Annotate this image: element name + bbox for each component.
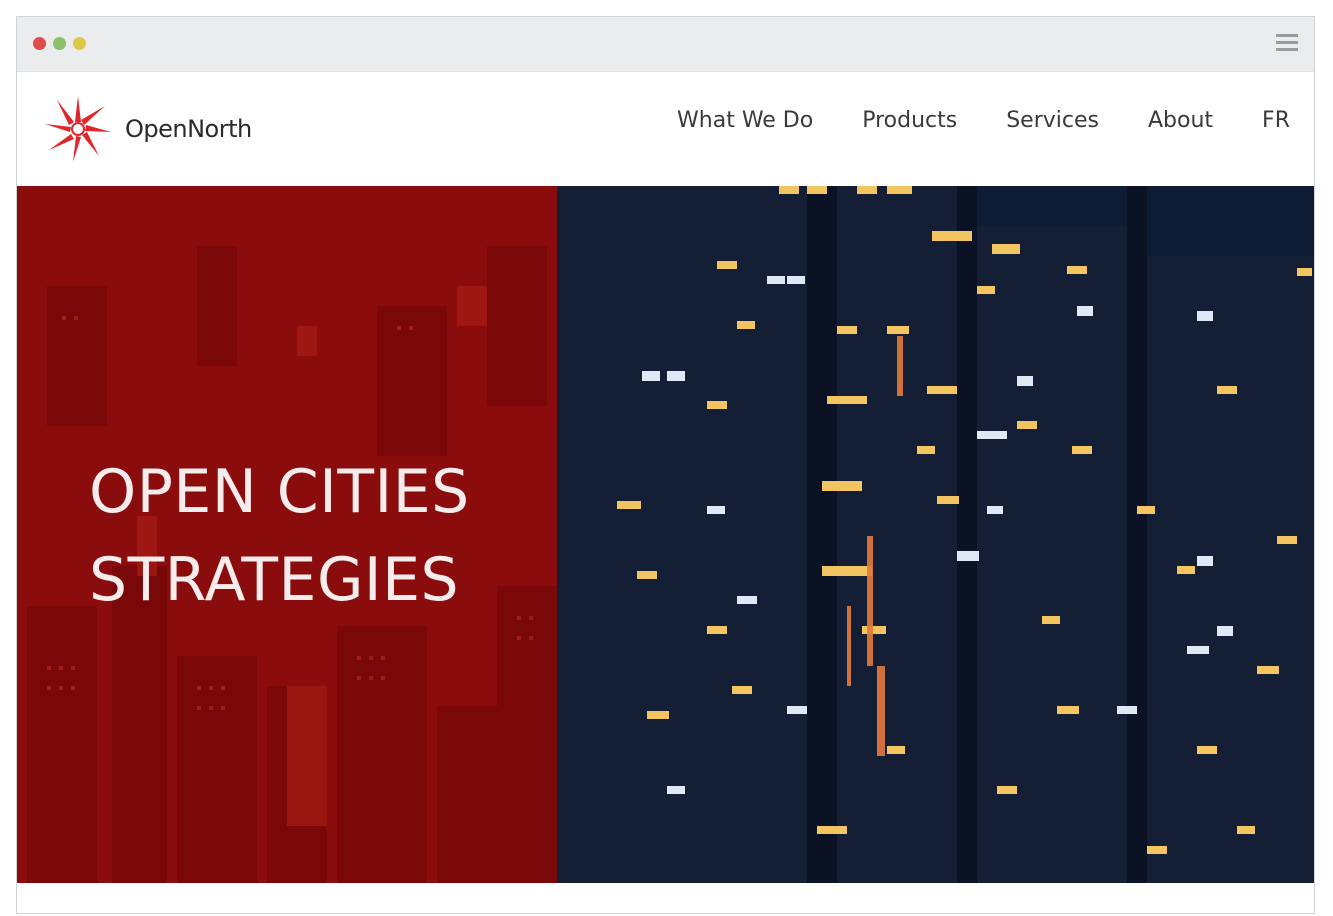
site-header: OpenNorth What We Do Products Services A… [17,72,1314,186]
close-window-button[interactable] [33,37,46,50]
nav-what-we-do[interactable]: What We Do [677,108,813,133]
hero-title: OPEN CITIES STRATEGIES [89,448,470,624]
nav-services[interactable]: Services [1006,108,1099,133]
hamburger-icon[interactable] [1276,34,1298,54]
nav-language-fr[interactable]: FR [1262,108,1290,133]
logo-text: OpenNorth [125,115,252,143]
browser-chrome-bar [17,17,1314,72]
minimize-window-button[interactable] [53,37,66,50]
site-logo[interactable]: OpenNorth [43,94,252,164]
hero-city-image [557,186,1314,883]
nav-about[interactable]: About [1148,108,1213,133]
city-night-image [557,186,1314,883]
starburst-logo-icon [45,96,111,162]
hero-left-panel: OPEN CITIES STRATEGIES [17,186,557,883]
main-nav: What We Do Products Services About FR [677,108,1290,133]
hero-title-line-1: OPEN CITIES [89,457,470,527]
hero-title-line-2: STRATEGIES [89,545,460,615]
browser-window: OpenNorth What We Do Products Services A… [16,16,1315,914]
hero-banner: OPEN CITIES STRATEGIES [17,186,1314,883]
nav-products[interactable]: Products [862,108,957,133]
maximize-window-button[interactable] [73,37,86,50]
